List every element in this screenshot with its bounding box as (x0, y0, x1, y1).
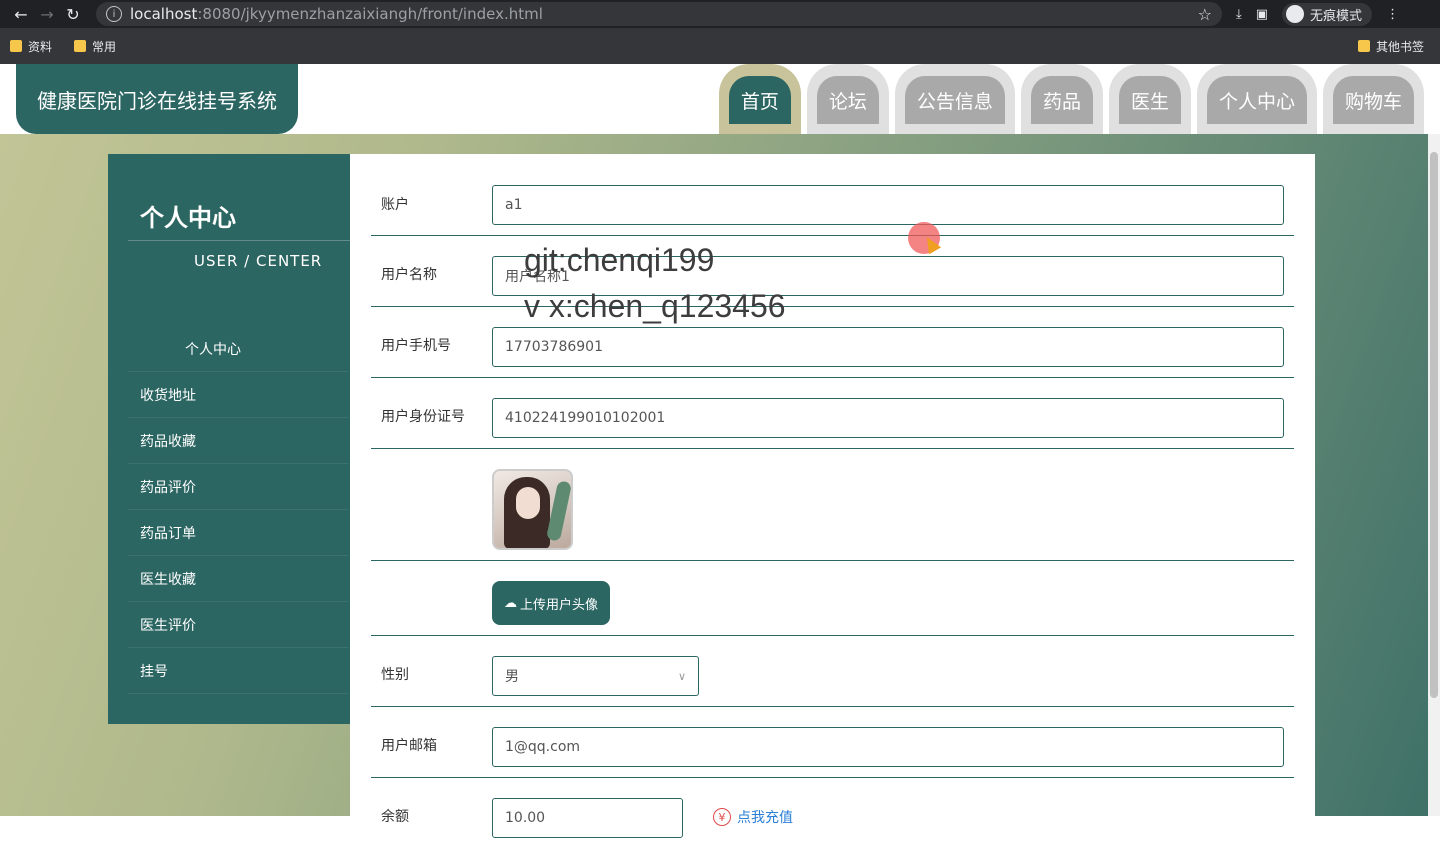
sidebar-item-medicine-orders[interactable]: 药品订单 (128, 510, 348, 556)
sidebar-item-address[interactable]: 收货地址 (128, 372, 348, 418)
avatar-face (516, 487, 540, 519)
gender-select[interactable]: 男 ∨ (492, 656, 699, 696)
nav-label: 公告信息 (904, 76, 1005, 124)
user-center-sidebar: 个人中心 USER / CENTER 个人中心 收货地址 药品收藏 药品评价 药… (108, 154, 350, 724)
bookmarks-bar: 资料 常用 其他书签 (0, 28, 1440, 64)
nav-item-forum[interactable]: 论坛 (806, 64, 889, 134)
site-header: 健康医院门诊在线挂号系统 首页 论坛 公告信息 药品 医生 个人中心 购物车 (0, 64, 1440, 134)
site-logo[interactable]: 健康医院门诊在线挂号系统 (16, 64, 298, 134)
nav-item-home[interactable]: 首页 (718, 64, 801, 134)
bookmark-star-icon[interactable]: ☆ (1198, 5, 1212, 24)
bookmark-folder[interactable]: 资料 (10, 38, 52, 55)
nav-item-notice[interactable]: 公告信息 (894, 64, 1015, 134)
form-row-name: 用户名称 用户名称1 (371, 236, 1294, 307)
watermark-line-1: git:chenqi199 (524, 242, 715, 278)
address-bar[interactable]: i localhost :8080/jkyymenzhanzaixiangh/f… (96, 2, 1222, 26)
folder-icon (74, 40, 87, 52)
sidebar-subtitle: USER / CENTER (194, 252, 323, 270)
recharge-label: 点我充值 (737, 810, 793, 826)
nav-item-medicine[interactable]: 药品 (1020, 64, 1103, 134)
sidebar-item-medicine-reviews[interactable]: 药品评价 (128, 464, 348, 510)
folder-icon (1357, 40, 1370, 52)
forward-icon[interactable]: → (34, 1, 60, 27)
form-row-idcard: 用户身份证号 410224199010102001 (371, 378, 1294, 449)
nav-label: 药品 (1030, 76, 1093, 124)
email-input[interactable]: 1@qq.com (492, 727, 1284, 767)
download-icon[interactable]: ⤓ (1236, 7, 1242, 22)
user-info-form: 账户 a1 用户名称 用户名称1 用户手机号 17703786901 用户身份证… (350, 154, 1315, 838)
nav-item-user-center[interactable]: 个人中心 (1196, 64, 1317, 134)
form-row-upload: ☁ 上传用户头像 (371, 561, 1294, 636)
other-bookmarks[interactable]: 其他书签 (1357, 38, 1424, 55)
sidebar-toggle-icon[interactable]: ▣ (1256, 7, 1268, 22)
user-avatar (492, 469, 573, 550)
info-icon[interactable]: i (106, 6, 122, 22)
bookmark-label: 常用 (92, 39, 117, 54)
sidebar-menu: 个人中心 收货地址 药品收藏 药品评价 药品订单 医生收藏 医生评价 挂号 (128, 326, 348, 694)
recharge-icon: ¥ (713, 808, 731, 826)
site-title: 健康医院门诊在线挂号系统 (37, 88, 277, 113)
form-row-account: 账户 a1 (371, 168, 1294, 236)
page-scrollbar[interactable] (1428, 134, 1440, 816)
bookmark-label: 其他书签 (1375, 39, 1424, 54)
phone-input[interactable]: 17703786901 (492, 327, 1284, 367)
folder-icon (10, 40, 22, 52)
url-host: localhost (130, 5, 198, 23)
browser-toolbar: ← → ↻ i localhost :8080/jkyymenzhanzaixi… (0, 0, 1440, 28)
sidebar-divider (128, 240, 350, 241)
incognito-label: 无痕模式 (1310, 8, 1363, 24)
name-label: 用户名称 (381, 267, 437, 283)
nav-item-cart[interactable]: 购物车 (1322, 64, 1424, 134)
idcard-input[interactable]: 410224199010102001 (492, 398, 1284, 438)
sidebar-item-medicine-favorites[interactable]: 药品收藏 (128, 418, 348, 464)
scrollbar-thumb[interactable] (1430, 152, 1438, 698)
nav-label: 论坛 (816, 76, 879, 124)
watermark-line-2: v x:chen_q123456 (524, 288, 786, 324)
form-row-balance: 余额 10.00 ¥ 点我充值 (371, 778, 1294, 849)
sidebar-item-doctor-reviews[interactable]: 医生评价 (128, 602, 348, 648)
cloud-upload-icon: ☁ (503, 595, 517, 611)
email-label: 用户邮箱 (381, 738, 437, 754)
incognito-icon (1286, 5, 1305, 23)
url-path: :8080/jkyymenzhanzaixiangh/front/index.h… (197, 5, 543, 23)
menu-icon[interactable]: ⋮ (1386, 7, 1399, 22)
main-nav: 首页 论坛 公告信息 药品 医生 个人中心 购物车 (718, 64, 1424, 134)
recharge-link[interactable]: ¥ 点我充值 (713, 807, 793, 827)
sidebar-item-doctor-favorites[interactable]: 医生收藏 (128, 556, 348, 602)
account-input[interactable]: a1 (492, 185, 1284, 225)
reload-icon[interactable]: ↻ (60, 1, 86, 27)
balance-input[interactable]: 10.00 (492, 798, 683, 838)
sidebar-item-registration[interactable]: 挂号 (128, 648, 348, 694)
incognito-badge[interactable]: 无痕模式 (1282, 2, 1373, 26)
nav-item-doctor[interactable]: 医生 (1108, 64, 1191, 134)
bookmark-folder[interactable]: 常用 (74, 38, 116, 55)
idcard-label: 用户身份证号 (381, 409, 465, 425)
account-label: 账户 (381, 197, 409, 213)
nav-label: 医生 (1118, 76, 1181, 124)
bookmark-label: 资料 (28, 39, 53, 54)
form-row-phone: 用户手机号 17703786901 (371, 307, 1294, 378)
back-icon[interactable]: ← (8, 1, 34, 27)
form-row-avatar (371, 449, 1294, 561)
chevron-down-icon: ∨ (677, 669, 686, 683)
upload-avatar-label: 上传用户头像 (519, 597, 598, 613)
upload-avatar-button[interactable]: ☁ 上传用户头像 (492, 581, 610, 625)
sidebar-title: 个人中心 (140, 204, 236, 232)
gender-value: 男 (505, 669, 519, 685)
nav-label: 购物车 (1332, 76, 1414, 124)
nav-label: 首页 (728, 76, 791, 124)
phone-label: 用户手机号 (381, 338, 451, 354)
nav-label: 个人中心 (1206, 76, 1307, 124)
balance-label: 余额 (381, 809, 409, 825)
form-row-gender: 性别 男 ∨ (371, 636, 1294, 707)
sidebar-item-user-center[interactable]: 个人中心 (128, 326, 348, 372)
gender-label: 性别 (381, 667, 409, 683)
form-row-email: 用户邮箱 1@qq.com (371, 707, 1294, 778)
